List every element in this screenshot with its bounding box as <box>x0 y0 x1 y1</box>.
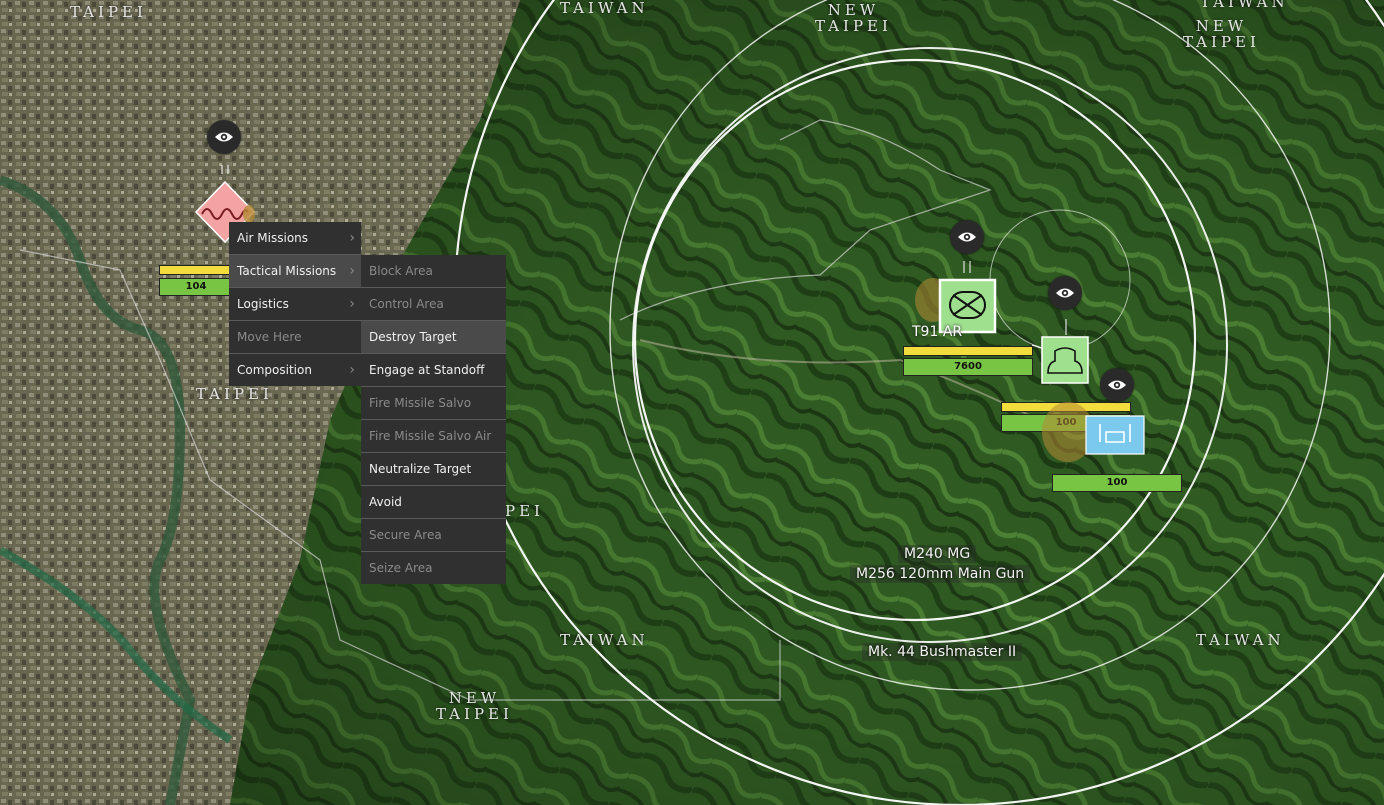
place-label-taipei: TAIPEI <box>196 385 273 403</box>
support-health-bar: 100 <box>1052 474 1182 492</box>
submenu-item-seize-area[interactable]: Seize Area <box>361 552 506 584</box>
place-label-taipei: TAIPEI <box>70 3 147 21</box>
submenu-item-avoid[interactable]: Avoid <box>361 486 506 519</box>
t91-ar-unit-marker[interactable] <box>915 255 1005 335</box>
submenu-item-neutralize-target[interactable]: Neutralize Target <box>361 453 506 486</box>
menu-item-logistics[interactable]: Logistics › <box>229 288 361 321</box>
menu-item-composition[interactable]: Composition › <box>229 354 361 386</box>
menu-item-air-missions[interactable]: Air Missions › <box>229 222 361 255</box>
place-label-taiwan: TAIWAN <box>560 631 649 649</box>
hostile-health-bar: 104 <box>159 278 233 296</box>
tactical-missions-submenu: Block Area Control Area Destroy Target E… <box>361 255 506 584</box>
menu-item-move-here[interactable]: Move Here <box>229 321 361 354</box>
eye-icon <box>1108 380 1126 390</box>
place-label-fragment: PEI <box>505 502 544 520</box>
submenu-item-secure-area[interactable]: Secure Area <box>361 519 506 552</box>
place-label-taiwan: TAIWAN <box>1196 631 1285 649</box>
submenu-item-destroy-target[interactable]: Destroy Target <box>361 321 506 354</box>
support-symbol-icon <box>1085 415 1145 455</box>
unit-label: T91 AR <box>912 324 963 340</box>
submenu-item-engage-at-standoff[interactable]: Engage at Standoff <box>361 354 506 387</box>
support-unit-marker[interactable] <box>1040 396 1150 476</box>
weapon-range-label: M256 120mm Main Gun <box>850 565 1031 583</box>
eye-icon <box>958 232 976 242</box>
eye-icon <box>215 132 233 142</box>
visibility-toggle[interactable] <box>207 120 241 154</box>
unit-context-menu: Air Missions › Tactical Missions › Logisti… <box>229 222 361 386</box>
eye-icon <box>1056 288 1074 298</box>
chevron-right-icon: › <box>349 230 355 246</box>
hostile-status-bar <box>159 265 233 275</box>
weapon-range-label: Mk. 44 Bushmaster II <box>862 643 1023 661</box>
visibility-toggle[interactable] <box>1048 276 1082 310</box>
place-label-taiwan: TAIWAN <box>1200 0 1289 11</box>
place-label-taiwan: TAIWAN <box>560 0 649 17</box>
armor-unit-marker[interactable] <box>1030 315 1092 387</box>
weapon-range-label: M240 MG <box>898 545 977 563</box>
submenu-item-fire-missile-salvo[interactable]: Fire Missile Salvo <box>361 387 506 420</box>
chevron-right-icon: › <box>349 362 355 378</box>
visibility-toggle[interactable] <box>950 220 984 254</box>
place-label-new-taipei: NEW TAIPEI <box>436 689 513 723</box>
submenu-item-fire-missile-salvo-air[interactable]: Fire Missile Salvo Air <box>361 420 506 453</box>
chevron-right-icon: › <box>349 296 355 312</box>
t91-status-bar <box>903 346 1033 356</box>
place-label-new-taipei: NEW TAIPEI <box>1183 17 1260 51</box>
chevron-right-icon: › <box>349 263 355 279</box>
t91-health-bar: 7600 <box>903 358 1033 376</box>
menu-item-tactical-missions[interactable]: Tactical Missions › <box>229 255 361 288</box>
submenu-item-block-area[interactable]: Block Area <box>361 255 506 288</box>
place-label-new-taipei: NEW TAIPEI <box>815 1 892 35</box>
submenu-item-control-area[interactable]: Control Area <box>361 288 506 321</box>
